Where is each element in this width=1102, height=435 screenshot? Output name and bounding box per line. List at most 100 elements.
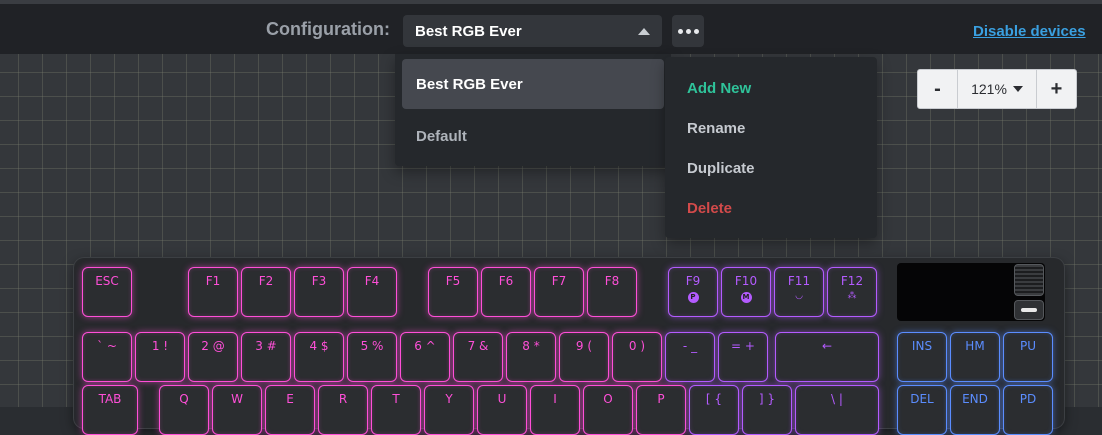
key-label: HM bbox=[965, 339, 985, 353]
key-i[interactable]: I bbox=[530, 385, 580, 435]
key-label: E bbox=[286, 392, 294, 406]
key-label: = + bbox=[731, 339, 755, 353]
key-[interactable]: = + bbox=[718, 332, 768, 382]
menu-item-delete[interactable]: Delete bbox=[687, 200, 732, 217]
key-label: F11 bbox=[787, 274, 811, 288]
key-2[interactable]: 2 @ bbox=[188, 332, 238, 382]
key-label: [ { bbox=[705, 392, 723, 406]
key-esc[interactable]: ESC bbox=[82, 267, 132, 317]
zoom-level-select[interactable]: 121% bbox=[957, 70, 1037, 108]
key-label: PD bbox=[1019, 392, 1037, 406]
key-label: F8 bbox=[604, 274, 620, 288]
key-badge: P bbox=[687, 292, 699, 303]
key-3[interactable]: 3 # bbox=[241, 332, 291, 382]
key-label: R bbox=[338, 392, 348, 406]
key-5[interactable]: 5 % bbox=[347, 332, 397, 382]
key-o[interactable]: O bbox=[583, 385, 633, 435]
key-[interactable]: ← bbox=[775, 332, 879, 382]
key-label: F5 bbox=[445, 274, 461, 288]
config-option[interactable]: Default bbox=[402, 111, 664, 161]
key-label: F9 bbox=[685, 274, 701, 288]
key-label: INS bbox=[911, 339, 933, 353]
key-4[interactable]: 4 $ bbox=[294, 332, 344, 382]
key-t[interactable]: T bbox=[371, 385, 421, 435]
key-[interactable]: - _ bbox=[665, 332, 715, 382]
key-label: TAB bbox=[98, 392, 122, 406]
key-end[interactable]: END bbox=[950, 385, 1000, 435]
key-label: 7 & bbox=[467, 339, 489, 353]
disable-devices-link[interactable]: Disable devices bbox=[973, 23, 1086, 40]
key-u[interactable]: U bbox=[477, 385, 527, 435]
zoom-level-value: 121% bbox=[971, 81, 1007, 97]
key-label: P bbox=[657, 392, 665, 406]
volume-knob[interactable] bbox=[1014, 264, 1044, 296]
key-tab[interactable]: TAB bbox=[82, 385, 138, 435]
key-f10[interactable]: F10 M bbox=[721, 267, 771, 317]
key-9[interactable]: 9 ( bbox=[559, 332, 609, 382]
key-f7[interactable]: F7 bbox=[534, 267, 584, 317]
configuration-label: Configuration: bbox=[266, 19, 390, 39]
key-ins[interactable]: INS bbox=[897, 332, 947, 382]
more-options-button[interactable] bbox=[672, 15, 704, 47]
key-label: F10 bbox=[734, 274, 758, 288]
zoom-out-button[interactable]: - bbox=[918, 70, 957, 108]
key-label: I bbox=[553, 392, 557, 406]
config-option-selected[interactable]: Best RGB Ever bbox=[402, 59, 664, 109]
menu-item-rename[interactable]: Rename bbox=[687, 120, 745, 137]
key-f5[interactable]: F5 bbox=[428, 267, 478, 317]
key-p[interactable]: P bbox=[636, 385, 686, 435]
key-r[interactable]: R bbox=[318, 385, 368, 435]
key-label: W bbox=[231, 392, 243, 406]
key-hm[interactable]: HM bbox=[950, 332, 1000, 382]
menu-item-add-new[interactable]: Add New bbox=[687, 80, 751, 97]
keyboard-preview: ESC F1 F2 F3 F4 F5 F6 F7 F8 F9 P F10 M F11 ◡ F12 ⁂ ` ~ 1 !… bbox=[74, 258, 1064, 435]
key-w[interactable]: W bbox=[212, 385, 262, 435]
key-label: F4 bbox=[364, 274, 380, 288]
key-label: ← bbox=[821, 339, 833, 353]
key-del[interactable]: DEL bbox=[897, 385, 947, 435]
key-label: 1 ! bbox=[151, 339, 169, 353]
key-pd[interactable]: PD bbox=[1003, 385, 1053, 435]
key-[interactable]: \ | bbox=[795, 385, 879, 435]
key-f1[interactable]: F1 bbox=[188, 267, 238, 317]
brightness-icon: ◡ bbox=[795, 291, 803, 301]
key-label: 6 ^ bbox=[414, 339, 436, 353]
key-f12[interactable]: F12 ⁂ bbox=[827, 267, 877, 317]
key-label: 8 * bbox=[522, 339, 540, 353]
key-label: 2 @ bbox=[201, 339, 225, 353]
key-f9[interactable]: F9 P bbox=[668, 267, 718, 317]
key-8[interactable]: 8 * bbox=[506, 332, 556, 382]
key-label: 5 % bbox=[360, 339, 384, 353]
key-label: Q bbox=[179, 392, 189, 406]
key-y[interactable]: Y bbox=[424, 385, 474, 435]
key-[interactable]: ] } bbox=[742, 385, 792, 435]
configuration-dropdown: Best RGB Ever Default bbox=[395, 54, 671, 166]
key-q[interactable]: Q bbox=[159, 385, 209, 435]
configuration-select-value: Best RGB Ever bbox=[415, 22, 522, 40]
key-1[interactable]: 1 ! bbox=[135, 332, 185, 382]
key-f11[interactable]: F11 ◡ bbox=[774, 267, 824, 317]
key-7[interactable]: 7 & bbox=[453, 332, 503, 382]
key-label: 3 # bbox=[255, 339, 277, 353]
key-e[interactable]: E bbox=[265, 385, 315, 435]
media-button[interactable] bbox=[1014, 300, 1044, 320]
key-[interactable]: [ { bbox=[689, 385, 739, 435]
key-label: ` ~ bbox=[97, 339, 117, 353]
zoom-in-button[interactable]: + bbox=[1037, 70, 1076, 108]
key-label: \ | bbox=[831, 392, 843, 406]
key-6[interactable]: 6 ^ bbox=[400, 332, 450, 382]
key-f2[interactable]: F2 bbox=[241, 267, 291, 317]
key-label: 0 ) bbox=[628, 339, 646, 353]
key-f6[interactable]: F6 bbox=[481, 267, 531, 317]
key-f8[interactable]: F8 bbox=[587, 267, 637, 317]
key-0[interactable]: 0 ) bbox=[612, 332, 662, 382]
key-f4[interactable]: F4 bbox=[347, 267, 397, 317]
key-label: Y bbox=[445, 392, 453, 406]
key-f3[interactable]: F3 bbox=[294, 267, 344, 317]
key-label: PU bbox=[1019, 339, 1037, 353]
key-pu[interactable]: PU bbox=[1003, 332, 1053, 382]
menu-item-duplicate[interactable]: Duplicate bbox=[687, 160, 755, 177]
key-[interactable]: ` ~ bbox=[82, 332, 132, 382]
configuration-select[interactable]: Best RGB Ever bbox=[403, 15, 662, 47]
zoom-control: - 121% + bbox=[917, 69, 1077, 109]
